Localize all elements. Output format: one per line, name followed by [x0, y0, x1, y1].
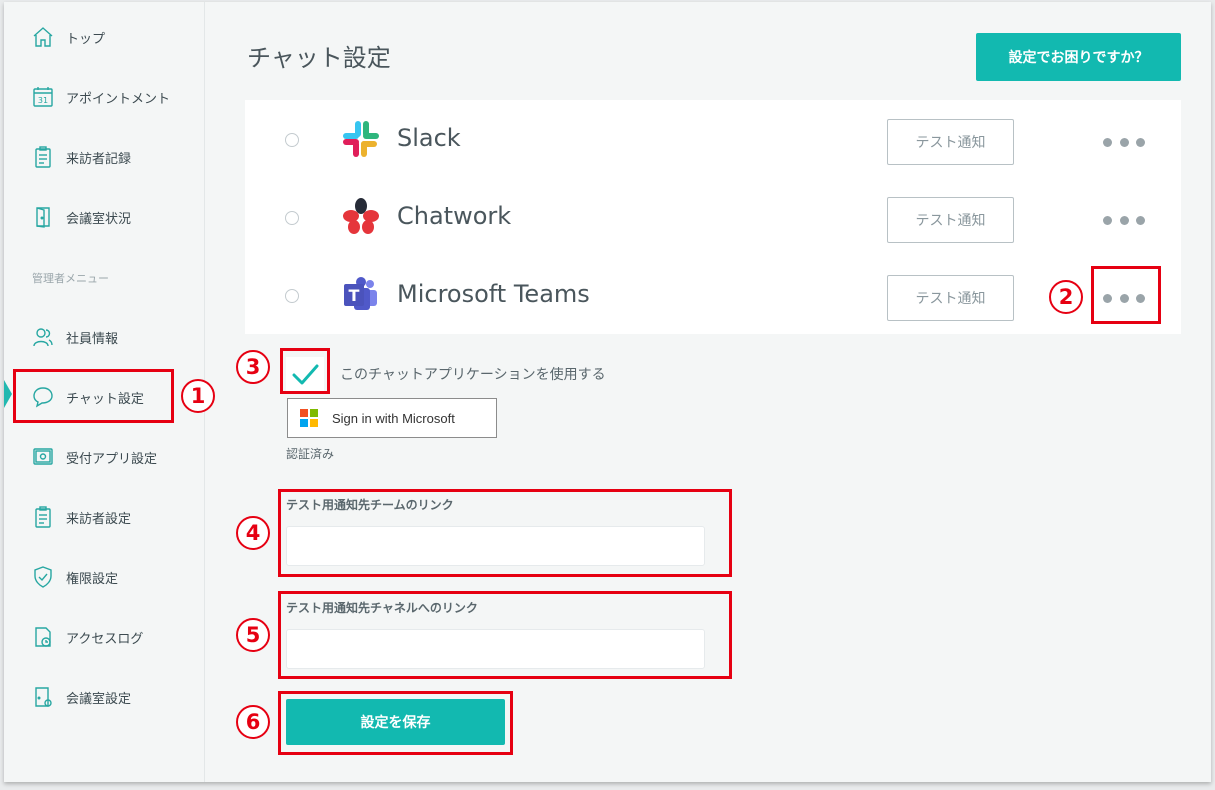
annotation-number-4: 4 [236, 516, 270, 550]
dot-icon [1119, 137, 1129, 147]
more-options-button[interactable] [1103, 132, 1145, 152]
test-notify-button[interactable]: テスト通知 [887, 197, 1014, 243]
teams-radio[interactable] [285, 289, 299, 303]
active-indicator [4, 380, 12, 408]
door-gear-icon [30, 684, 56, 710]
clipboard-icon [30, 504, 56, 530]
annotation-number-1: 1 [181, 379, 215, 413]
annotation-box-5 [278, 591, 732, 679]
sidebar-item-label: 社員情報 [66, 331, 119, 347]
annotation-number-2: 2 [1049, 280, 1083, 314]
calendar-icon: 31 [30, 84, 56, 110]
dot-icon [1103, 137, 1112, 147]
annotation-box-1 [13, 369, 174, 423]
sidebar-item-label: 来訪者設定 [66, 511, 132, 527]
sidebar-item-label: トップ [66, 31, 106, 47]
sidebar-item-label: アクセスログ [66, 631, 144, 647]
annotation-box-3 [280, 348, 330, 394]
sidebar-item-appointment[interactable]: 31 アポイントメント [30, 82, 170, 112]
app-row-teams: T Microsoft Teams テスト通知 [245, 256, 1181, 334]
teams-logo: T [344, 277, 377, 310]
app-row-slack: Slack テスト通知 [245, 100, 1181, 178]
annotation-box-2 [1091, 266, 1161, 324]
sidebar-item-access-log[interactable]: アクセスログ [30, 622, 143, 652]
annotation-box-6 [278, 691, 513, 755]
sidebar-item-room-status[interactable]: 会議室状況 [30, 202, 131, 232]
shield-icon [30, 564, 56, 590]
admin-menu-heading: 管理者メニュー [32, 272, 109, 285]
app-name: Slack [397, 124, 461, 152]
app-name: Microsoft Teams [397, 280, 590, 308]
test-notify-button[interactable]: テスト通知 [887, 275, 1014, 321]
sidebar-item-label: 会議室状況 [66, 211, 132, 227]
chat-app-panel: Slack テスト通知 Chatwork テスト通知 T Microsoft T… [245, 100, 1181, 782]
annotation-box-4 [278, 489, 732, 577]
app-window: トップ 31 アポイントメント 来訪者記録 会議室状況 管理者メニュー 社員情報… [4, 2, 1211, 782]
sidebar-item-label: 権限設定 [66, 571, 119, 587]
sidebar-item-label: アポイントメント [66, 91, 171, 107]
sidebar-item-label: 受付アプリ設定 [66, 451, 158, 467]
clipboard-icon [30, 144, 56, 170]
chatwork-logo [343, 198, 379, 234]
microsoft-logo-icon [300, 409, 318, 427]
svg-text:T: T [349, 286, 360, 305]
sidebar-item-label: 来訪者記録 [66, 151, 132, 167]
sidebar-item-visitor-log[interactable]: 来訪者記録 [30, 142, 131, 172]
app-name: Chatwork [397, 202, 512, 230]
dot-icon [1119, 215, 1129, 225]
home-icon [30, 24, 56, 50]
sidebar-item-visitor-settings[interactable]: 来訪者設定 [30, 502, 131, 532]
sidebar-item-label: 会議室設定 [66, 691, 132, 707]
slack-radio[interactable] [285, 133, 299, 147]
users-icon [30, 324, 56, 350]
sidebar-item-employees[interactable]: 社員情報 [30, 322, 118, 352]
dot-icon [1136, 137, 1145, 147]
test-notify-button[interactable]: テスト通知 [887, 119, 1014, 165]
use-app-label: このチャットアプリケーションを使用する [340, 367, 606, 383]
more-options-button[interactable] [1103, 210, 1145, 230]
dot-icon [1136, 215, 1145, 225]
svg-text:31: 31 [38, 96, 48, 105]
annotation-number-3: 3 [236, 350, 270, 384]
slack-logo [343, 121, 379, 157]
auth-status: 認証済み [286, 447, 335, 461]
sidebar-item-room-settings[interactable]: 会議室設定 [30, 682, 131, 712]
annotation-number-6: 6 [236, 705, 270, 739]
door-icon [30, 204, 56, 230]
sign-in-label: Sign in with Microsoft [332, 410, 455, 426]
help-button[interactable]: 設定でお困りですか？ [976, 33, 1181, 81]
sidebar-item-top[interactable]: トップ [30, 22, 105, 52]
annotation-number-5: 5 [236, 618, 270, 652]
sidebar-item-permissions[interactable]: 権限設定 [30, 562, 118, 592]
sign-in-microsoft-button[interactable]: Sign in with Microsoft [287, 398, 497, 438]
page-title: チャット設定 [247, 44, 391, 72]
app-row-chatwork: Chatwork テスト通知 [245, 178, 1181, 256]
dot-icon [1103, 215, 1112, 225]
chatwork-radio[interactable] [285, 211, 299, 225]
tablet-gear-icon [30, 444, 56, 470]
document-clock-icon [30, 624, 56, 650]
sidebar-item-reception-app[interactable]: 受付アプリ設定 [30, 442, 157, 472]
